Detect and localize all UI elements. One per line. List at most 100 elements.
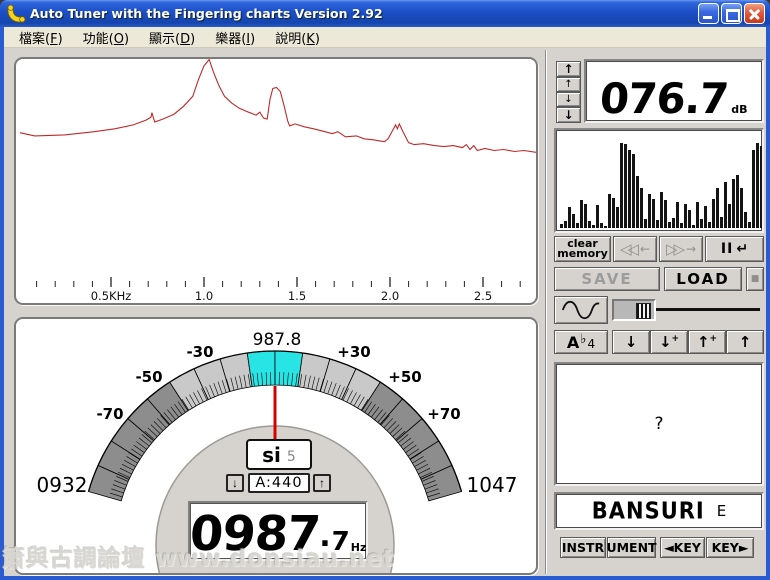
reference-down-button[interactable]: ↓ [226, 474, 244, 492]
db-up-fast-button[interactable]: ↑ [556, 61, 581, 77]
histogram-bar [624, 144, 627, 228]
step-mod: + [672, 334, 680, 344]
forward-icon: ▷▷ [666, 240, 681, 258]
histogram-bar [740, 188, 743, 228]
close-button[interactable] [744, 3, 765, 24]
svg-text:1.5: 1.5 [288, 289, 306, 303]
step-up-button[interactable]: ↑ [726, 330, 764, 354]
cents-label-plus50: +50 [388, 368, 421, 386]
note-select-button[interactable]: A ♭ 4 [554, 330, 608, 354]
step-up-fine-button[interactable]: ↑+ [688, 330, 726, 354]
menu-item-2[interactable]: 顯示(D) [140, 27, 204, 48]
cents-label-plus70: +70 [427, 405, 460, 423]
db-down-button[interactable]: ↓ [556, 92, 581, 107]
forward-arrow-icon: → [686, 242, 696, 256]
clear-memory-line2: memory [557, 249, 608, 259]
cents-label-minus30: -30 [186, 343, 213, 361]
histogram-bar [600, 223, 603, 228]
load-button[interactable]: LOAD [664, 267, 742, 291]
histogram-bar [724, 182, 727, 228]
key-prev-button[interactable]: ◄KEY [660, 537, 705, 558]
histogram-bar [584, 204, 587, 228]
tuner-gauge: 987.8 -70 -50 -30 +30 +50 +70 0932 1047 … [14, 317, 538, 575]
histogram-bar [620, 143, 623, 229]
menu-item-0[interactable]: 檔案(F) [10, 27, 72, 48]
rewind-button[interactable]: ◁◁ ← [613, 236, 657, 262]
db-display: 076.7 dB [584, 59, 764, 123]
histogram-bar [692, 225, 695, 228]
up-arrow-plus-icon: ↑ [697, 333, 710, 351]
note-display: si 5 [246, 439, 312, 470]
histogram-bar [700, 219, 703, 228]
reference-up-button[interactable]: ↑ [313, 474, 331, 492]
histogram-bar [596, 205, 599, 228]
phone-icon [6, 5, 26, 23]
instrument-prev-button[interactable]: INSTR [560, 537, 606, 558]
instrument-name: BANSURI [592, 498, 705, 524]
reference-row: ↓ A:440 ↑ [16, 473, 538, 493]
histogram-bar [712, 199, 715, 228]
step-down-fine-button[interactable]: ↓+ [650, 330, 688, 354]
volume-slider[interactable] [612, 298, 764, 322]
histogram-bar [580, 200, 583, 229]
stop-button[interactable]: ■ [746, 267, 764, 291]
panel-divider [545, 50, 547, 574]
reference-pitch: A:440 [248, 473, 310, 493]
pause-button[interactable]: II ↵ [705, 236, 764, 262]
return-arrow-icon: ↵ [736, 241, 748, 257]
histogram-bar [720, 217, 723, 228]
down-arrow-icon: ↓ [625, 333, 638, 351]
slider-thumb[interactable] [636, 303, 651, 319]
minimize-button[interactable] [698, 3, 719, 24]
app-window: Auto Tuner with the Fingering charts Ver… [0, 0, 770, 580]
histogram-bar [688, 210, 691, 228]
save-button[interactable]: SAVE [554, 267, 660, 291]
instrument-display: BANSURI E [554, 492, 764, 530]
menu-item-4[interactable]: 說明(K) [266, 27, 329, 48]
histogram-bar [716, 188, 719, 228]
frequency-dot: . [319, 519, 330, 554]
histogram-bar [656, 220, 659, 228]
histogram-bar [680, 223, 683, 228]
histogram-bar [708, 222, 711, 228]
histogram-bar [672, 218, 675, 228]
key-next-button[interactable]: KEY► [706, 537, 754, 558]
maximize-button[interactable] [721, 3, 742, 24]
note-octave-number: 4 [587, 337, 595, 351]
histogram-bar [676, 202, 679, 228]
menu-item-3[interactable]: 樂器(I) [206, 27, 264, 48]
svg-text:0.5KHz: 0.5KHz [91, 289, 132, 303]
tone-button[interactable] [554, 296, 608, 324]
instrument-next-button[interactable]: UMENT [607, 537, 656, 558]
pause-icon: II [721, 241, 733, 257]
title-bar: Auto Tuner with the Fingering charts Ver… [0, 0, 770, 27]
histogram-bar [736, 175, 739, 228]
frequency-integer: 0987 [188, 515, 320, 554]
menu-item-1[interactable]: 功能(O) [74, 27, 138, 48]
db-stepper: ↑ ↑ ↓ ↓ [556, 61, 581, 123]
instrument-key: E [717, 502, 726, 520]
db-up-button[interactable]: ↑ [556, 77, 581, 92]
histogram-bar [592, 225, 595, 228]
histogram-bar [648, 194, 651, 228]
forward-button[interactable]: ▷▷ → [659, 236, 703, 262]
frequency-decimal: 7 [330, 531, 350, 554]
svg-text:2.5: 2.5 [474, 289, 492, 303]
histogram-bar [616, 207, 619, 228]
note-name: si [262, 443, 281, 467]
step-down-button[interactable]: ↓ [612, 330, 650, 354]
client-area: 0.5KHz1.01.52.02.5 987.8 -70 -50 -30 +30… [4, 48, 766, 576]
slider-track [648, 308, 760, 311]
note-letter: A [567, 333, 579, 352]
histogram-bar [660, 192, 663, 228]
histogram-bar [636, 176, 639, 228]
histogram-bar [664, 200, 667, 228]
db-down-fast-button[interactable]: ↓ [556, 107, 581, 123]
frequency-unit: Hz [351, 541, 367, 554]
flat-icon: ♭ [580, 332, 586, 347]
clear-memory-button[interactable]: clear memory [554, 236, 611, 262]
histogram-bar [628, 150, 631, 228]
up-arrow-icon: ↑ [739, 333, 752, 351]
histogram-bar [684, 204, 687, 228]
histogram-bar [576, 223, 579, 228]
